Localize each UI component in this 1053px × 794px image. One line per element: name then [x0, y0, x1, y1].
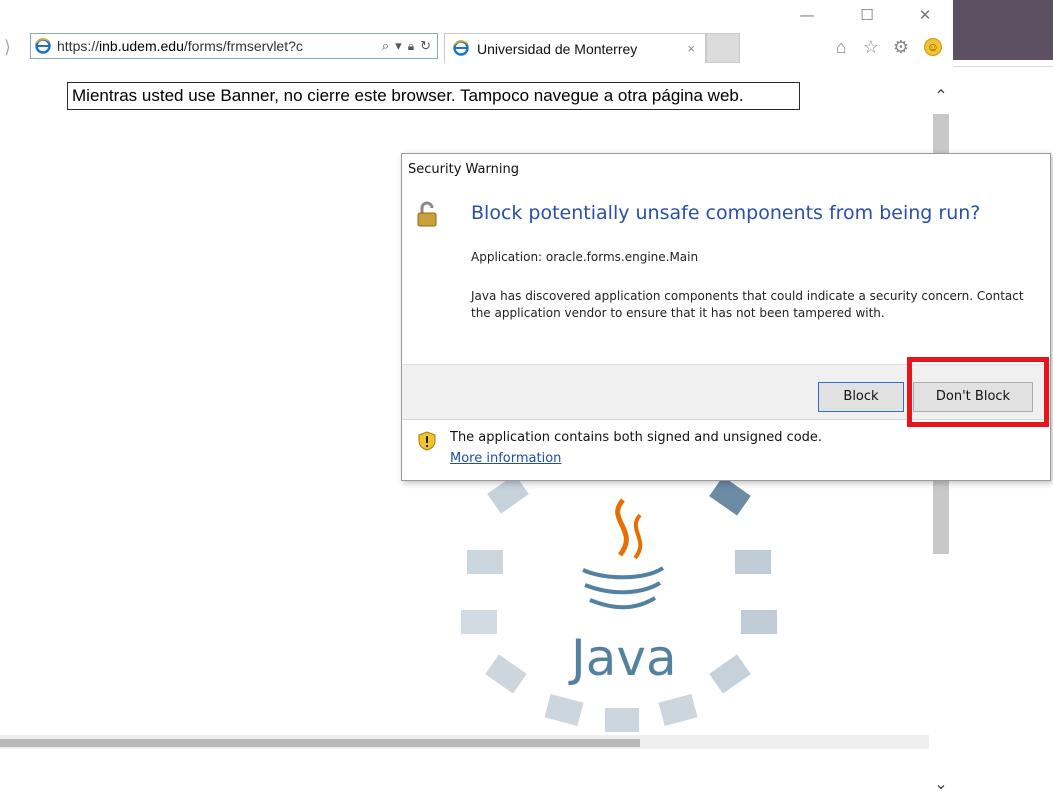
accent-block [953, 0, 1053, 60]
java-cup-icon [582, 498, 665, 610]
refresh-icon[interactable]: ↻ [420, 34, 431, 58]
scroll-down-icon[interactable]: ⌄ [929, 774, 953, 794]
dialog-body-text: Java has discovered application componen… [471, 289, 1024, 320]
lock-icon[interactable]: 🔒︎ [408, 34, 414, 58]
application-line: Application: oracle.forms.engine.Main [471, 250, 699, 264]
dropdown-icon[interactable]: ▾ [395, 34, 402, 58]
url-domain: inb.udem.edu [99, 38, 184, 54]
unlocked-padlock-icon [417, 201, 437, 227]
signed-unsigned-note: The application contains both signed and… [450, 430, 823, 445]
new-tab-button[interactable] [706, 33, 740, 63]
tab-universidad[interactable]: Universidad de Monterrey × [444, 33, 706, 63]
url-scheme: https:// [57, 38, 100, 54]
scroll-up-icon[interactable]: ⌃ [929, 86, 953, 106]
java-loading-logo: Java [461, 446, 777, 732]
dialog-heading: Block potentially unsafe components from… [471, 202, 981, 224]
divider [953, 66, 1053, 67]
hscroll-thumb[interactable] [0, 739, 640, 747]
home-icon[interactable]: ⌂ [830, 36, 852, 58]
back-chevron-icon[interactable]: ⟩ [4, 34, 26, 60]
dialog-title: Security Warning [408, 162, 519, 177]
url-text[interactable]: https://inb.udem.edu/forms/frmservlet?c [57, 34, 303, 58]
security-warning-dialog: Security Warning Block potentially unsaf… [401, 153, 1051, 481]
url-path: /forms/frmservlet?c [183, 38, 303, 54]
minimize-button[interactable]: — [790, 4, 824, 26]
ie-logo-icon [35, 38, 51, 54]
favorites-star-icon[interactable]: ☆ [860, 36, 882, 58]
banner-notice: Mientras usted use Banner, no cierre est… [67, 82, 800, 110]
tab-title: Universidad de Monterrey [477, 41, 638, 57]
search-icon[interactable]: ⌕ [382, 34, 389, 58]
warning-shield-icon [418, 431, 436, 451]
feedback-smiley-icon[interactable]: ☺ [924, 38, 942, 56]
dont-block-highlight-box [907, 357, 1049, 427]
more-information-link[interactable]: More information [450, 451, 561, 466]
tab-close-icon[interactable]: × [687, 34, 695, 64]
ie-tab-icon [453, 40, 469, 56]
loading-ring [461, 446, 777, 732]
settings-gear-icon[interactable]: ⚙ [890, 36, 912, 58]
maximize-button[interactable]: ☐ [850, 4, 884, 26]
java-wordmark: Java [568, 629, 677, 687]
block-button[interactable]: Block [818, 382, 904, 412]
close-window-button[interactable]: ✕ [908, 4, 942, 26]
address-bar[interactable]: https://inb.udem.edu/forms/frmservlet?c … [30, 33, 438, 59]
